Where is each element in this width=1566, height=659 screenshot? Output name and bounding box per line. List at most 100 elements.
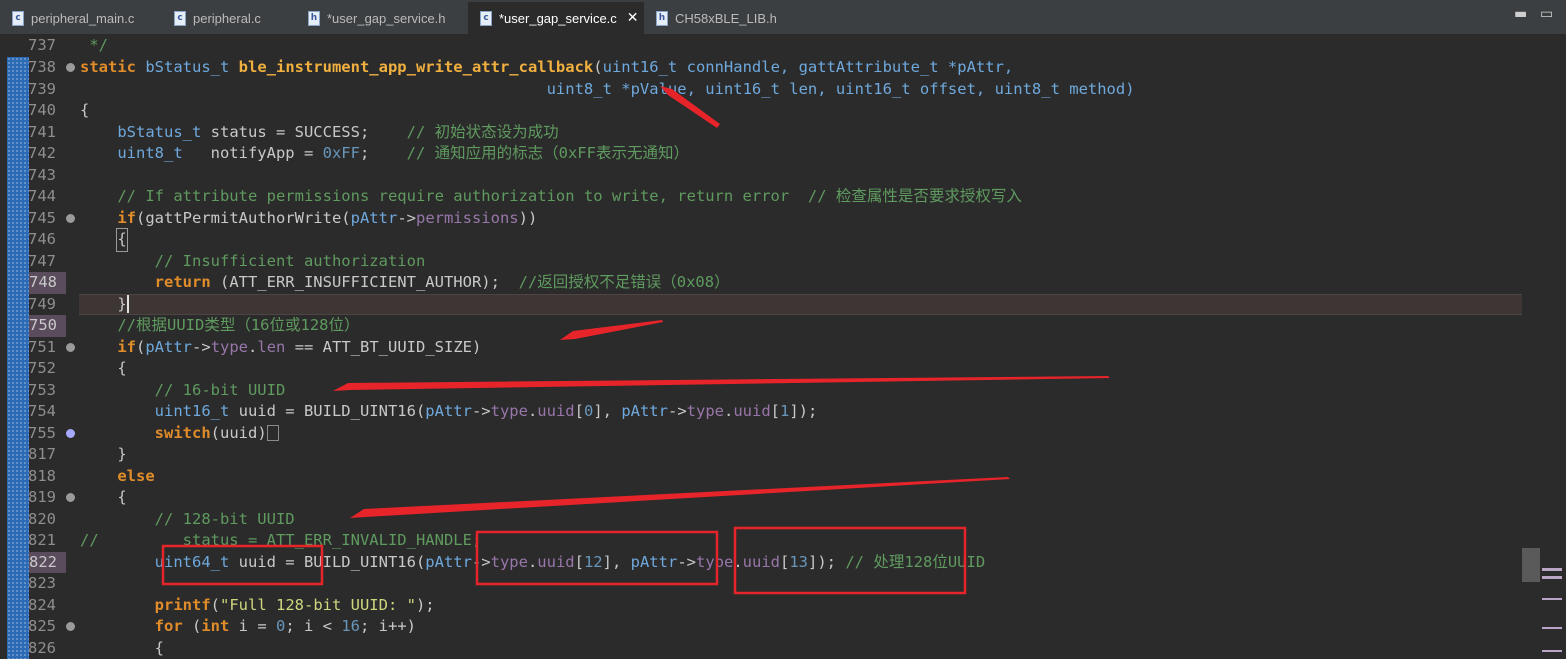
code-text: }: [80, 445, 127, 463]
tab-label: peripheral.c: [193, 10, 261, 26]
editor-tab-bar: c peripheral_main.c c peripheral.c h *us…: [0, 0, 1566, 35]
code-line[interactable]: 752 {: [0, 358, 1525, 380]
code-text: {: [80, 638, 164, 657]
line-number: 752: [28, 359, 56, 377]
c-file-icon: c: [174, 10, 186, 26]
text-cursor: [126, 294, 129, 313]
line-number: 821: [28, 531, 56, 549]
code-line[interactable]: 819 {: [0, 487, 1525, 509]
line-number: 740: [28, 101, 56, 119]
code-text: uint8_t *pValue, uint16_t len, uint16_t …: [546, 79, 1135, 98]
code-line[interactable]: 826 {: [0, 638, 1525, 659]
line-number: 748: [29, 272, 66, 294]
overview-marker[interactable]: [1542, 598, 1562, 600]
code-line[interactable]: 751 if(pAttr->type.len == ATT_BT_UUID_SI…: [0, 337, 1525, 359]
fold-marker-icon[interactable]: [66, 622, 75, 631]
line-number: 739: [28, 79, 56, 98]
code-text: // 16-bit UUID: [80, 380, 286, 399]
line-number: 824: [28, 595, 56, 614]
code-line[interactable]: 739 uint8_t *pValue, uint16_t len, uint1…: [0, 79, 1525, 101]
overview-marker[interactable]: [1542, 568, 1562, 571]
maximize-icon[interactable]: ▭: [1540, 6, 1553, 22]
h-file-icon: h: [308, 10, 320, 26]
code-line[interactable]: 744 // If attribute permissions require …: [0, 186, 1525, 208]
tab-user-gap-service-h[interactable]: h *user_gap_service.h: [296, 4, 468, 32]
line-number: 737: [28, 36, 56, 54]
line-number: 745: [28, 208, 56, 227]
code-line[interactable]: 747 // Insufficient authorization: [0, 251, 1525, 273]
tab-label: peripheral_main.c: [31, 10, 135, 26]
code-editor[interactable]: 737 */ 738 static bStatus_t ble_instrume…: [0, 35, 1566, 659]
fold-marker-icon[interactable]: [66, 63, 75, 72]
tab-peripheral-c[interactable]: c peripheral.c: [162, 4, 296, 32]
folded-block-icon[interactable]: [266, 425, 279, 441]
code-line[interactable]: 750 //根据UUID类型（16位或128位）: [0, 315, 1525, 337]
line-number: 820: [28, 509, 56, 528]
code-text: switch(uuid): [80, 423, 279, 445]
scrollbar-thumb[interactable]: [1522, 548, 1540, 582]
code-line[interactable]: 753 // 16-bit UUID: [0, 380, 1525, 402]
matching-brace: {: [116, 228, 128, 252]
overview-marker[interactable]: [1542, 650, 1562, 652]
expand-fold-icon[interactable]: [66, 428, 75, 438]
code-line[interactable]: 825 for (int i = 0; i < 16; i++): [0, 616, 1525, 638]
code-line[interactable]: 748 return (ATT_ERR_INSUFFICIENT_AUTHOR)…: [0, 272, 1525, 294]
code-line[interactable]: 824 printf("Full 128-bit UUID: ");: [0, 595, 1525, 617]
code-line[interactable]: 743: [0, 165, 1525, 187]
tab-peripheral-main-c[interactable]: c peripheral_main.c: [0, 4, 162, 32]
line-number: 825: [28, 617, 56, 635]
code-line[interactable]: 746 {: [0, 228, 1525, 252]
line-number: 817: [28, 445, 56, 463]
code-text: uint64_t uuid = BUILD_UINT16(pAttr->type…: [80, 552, 986, 571]
line-number: 755: [28, 423, 56, 442]
line-number: 741: [28, 122, 56, 141]
code-line[interactable]: 823: [0, 573, 1525, 595]
code-text: for (int i = 0; i < 16; i++): [80, 617, 416, 635]
code-text: else: [80, 466, 155, 485]
code-line[interactable]: 754 uint16_t uuid = BUILD_UINT16(pAttr->…: [0, 401, 1525, 423]
line-number: 746: [28, 230, 56, 248]
code-line[interactable]: 741 bStatus_t status = SUCCESS; // 初始状态设…: [0, 122, 1525, 144]
line-number: 747: [28, 251, 56, 270]
fold-marker-icon[interactable]: [66, 342, 75, 352]
code-text: // Insufficient authorization: [80, 251, 426, 270]
line-number: 750: [29, 315, 66, 337]
line-number: 754: [28, 402, 56, 420]
code-line[interactable]: 755 switch(uuid): [0, 423, 1525, 445]
line-number: 753: [28, 380, 56, 399]
code-text: */: [80, 36, 108, 54]
code-line[interactable]: 745 if(gattPermitAuthorWrite(pAttr->perm…: [0, 208, 1525, 230]
code-text: }: [117, 294, 129, 313]
line-number: 826: [28, 638, 56, 657]
code-text: // If attribute permissions require auth…: [80, 187, 1022, 205]
line-number: 819: [28, 488, 56, 506]
overview-marker[interactable]: [1542, 576, 1562, 579]
line-number: 751: [28, 337, 56, 356]
code-line[interactable]: 740 {: [0, 100, 1525, 122]
code-line[interactable]: 749 }: [0, 294, 1525, 316]
code-text: if(pAttr->type.len == ATT_BT_UUID_SIZE): [80, 337, 482, 356]
code-text: static bStatus_t ble_instrument_app_writ…: [80, 58, 1014, 76]
code-line[interactable]: 818 else: [0, 466, 1525, 488]
overview-marker[interactable]: [1542, 627, 1562, 629]
line-number: 744: [28, 187, 56, 205]
code-text: if(gattPermitAuthorWrite(pAttr->permissi…: [80, 208, 538, 227]
code-line[interactable]: 820 // 128-bit UUID: [0, 509, 1525, 531]
c-file-icon: c: [480, 10, 492, 26]
fold-marker-icon[interactable]: [66, 493, 75, 502]
tab-user-gap-service-c[interactable]: c *user_gap_service.c ✕: [468, 2, 644, 34]
code-line[interactable]: 742 uint8_t notifyApp = 0xFF; // 通知应用的标志…: [0, 143, 1525, 165]
tab-ch58xble-lib-h[interactable]: h CH58xBLE_LIB.h: [644, 4, 794, 32]
tab-label: *user_gap_service.c: [499, 10, 617, 26]
code-line[interactable]: 821 // status = ATT_ERR_INVALID_HANDLE;: [0, 530, 1525, 552]
line-number: 822: [29, 551, 66, 574]
minimize-icon[interactable]: ▬: [1514, 6, 1527, 22]
code-line[interactable]: 822 uint64_t uuid = BUILD_UINT16(pAttr->…: [0, 551, 1525, 574]
code-line[interactable]: 738 static bStatus_t ble_instrument_app_…: [0, 57, 1525, 79]
fold-marker-icon[interactable]: [66, 213, 75, 223]
c-file-icon: c: [12, 10, 24, 26]
code-text: // 128-bit UUID: [80, 509, 295, 528]
code-line[interactable]: 737 */: [0, 35, 1525, 57]
close-tab-icon[interactable]: ✕: [627, 10, 639, 26]
code-line[interactable]: 817 }: [0, 444, 1525, 466]
